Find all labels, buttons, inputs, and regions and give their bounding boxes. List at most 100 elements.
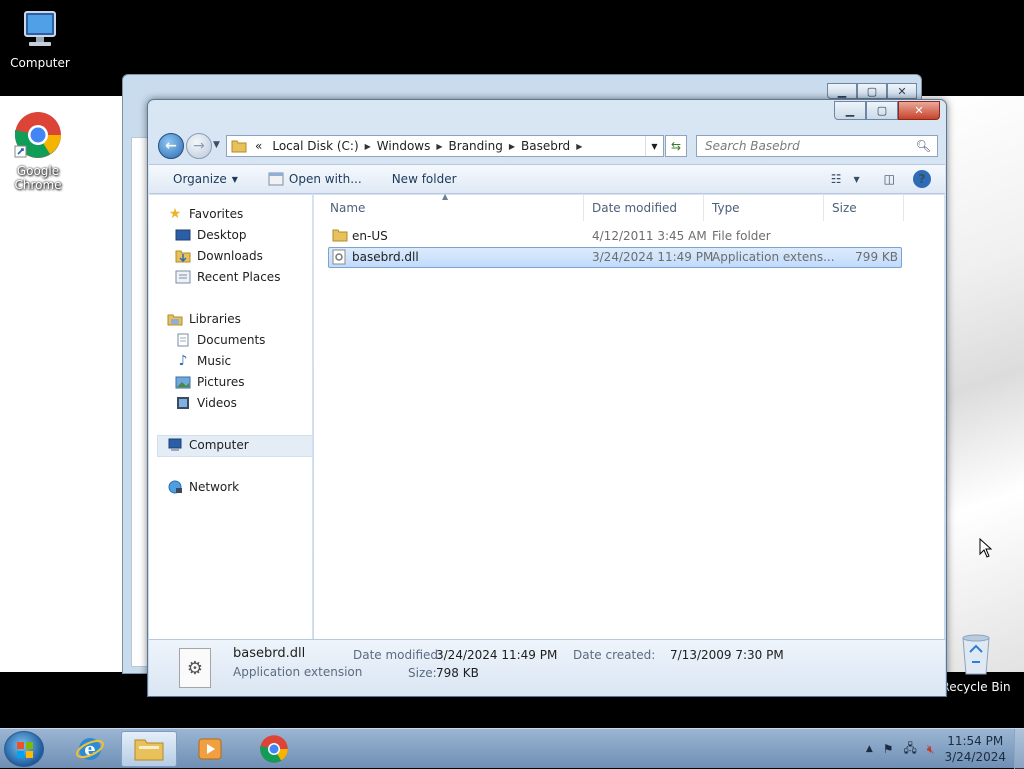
new-folder-label: New folder	[391, 172, 457, 186]
clock-date: 3/24/2024	[944, 750, 1006, 764]
breadcrumb-basebrd[interactable]: Basebrd	[521, 139, 570, 153]
column-header-label: Date modified	[592, 201, 678, 215]
nav-item-computer[interactable]: Computer	[167, 438, 249, 452]
forward-button[interactable]: →	[186, 133, 212, 159]
dll-file-icon	[332, 249, 346, 268]
taskbar-internet-explorer[interactable]: e	[62, 731, 118, 767]
desktop-icon-recycle-bin[interactable]: Recycle Bin	[936, 632, 1016, 694]
desktop-icon-label: Computer	[10, 56, 70, 70]
nav-item-label: Network	[189, 480, 240, 494]
volume-muted-icon[interactable]: 🔇︎	[927, 742, 935, 757]
chevron-down-icon[interactable]: ▼	[854, 175, 860, 184]
minimize-button[interactable]: ▁	[834, 101, 866, 120]
network-icon	[167, 480, 183, 494]
taskbar-media-player[interactable]	[182, 731, 238, 767]
nav-item-label: Downloads	[197, 249, 263, 263]
navigation-bar: ← → ▼ « Local Disk (C:) ▶ Windows ▶ Bran…	[156, 132, 938, 160]
table-row[interactable]: en-US 4/12/2011 3:45 AM File folder	[328, 226, 902, 247]
nav-item-network[interactable]: Network	[167, 480, 239, 494]
nav-item-pictures[interactable]: Pictures	[175, 375, 245, 389]
breadcrumb-windows[interactable]: Windows	[377, 139, 431, 153]
details-date-created-label: Date created:	[573, 648, 656, 662]
desktop-icon-label: Google Chrome	[14, 164, 62, 192]
minimize-button[interactable]: ▁	[827, 83, 857, 99]
show-hidden-icons-icon[interactable]: ▲	[866, 744, 873, 754]
view-options-icon[interactable]: ☷	[831, 172, 842, 186]
search-input[interactable]: Search Basebrd	[705, 139, 800, 153]
documents-icon	[175, 333, 191, 347]
maximize-button[interactable]: ▢	[857, 83, 887, 99]
desktop-icon-chrome[interactable]: Google Chrome	[0, 110, 78, 192]
file-name: en-US	[352, 229, 388, 243]
refresh-button[interactable]: ⇆	[665, 135, 687, 157]
close-button[interactable]: ✕	[898, 101, 940, 120]
organize-label: Organize	[173, 172, 227, 186]
chevron-right-icon[interactable]: ▶	[436, 142, 442, 151]
nav-item-libraries[interactable]: Libraries	[167, 312, 241, 326]
nav-item-label: Favorites	[189, 207, 244, 221]
column-header-name[interactable]: ▲ Name	[322, 192, 584, 221]
navigation-pane: ★ Favorites Desktop Downloads Recent Pla…	[149, 195, 313, 639]
recent-places-icon	[175, 270, 191, 284]
breadcrumb-local-disk[interactable]: Local Disk (C:)	[272, 139, 358, 153]
column-header-type[interactable]: Type	[704, 195, 824, 221]
file-name: basebrd.dll	[352, 250, 419, 264]
videos-icon	[175, 396, 191, 410]
desktop-icon-computer[interactable]: Computer	[0, 8, 80, 70]
recycle-bin-icon	[962, 634, 990, 675]
close-button[interactable]: ✕	[887, 83, 917, 99]
back-button[interactable]: ←	[158, 133, 184, 159]
search-box[interactable]: Search Basebrd 🔍︎	[696, 135, 938, 157]
recent-pages-dropdown[interactable]: ▼	[213, 140, 220, 150]
nav-item-label: Music	[197, 354, 232, 368]
folder-icon	[332, 228, 348, 245]
internet-explorer-icon: e	[76, 738, 104, 760]
nav-item-label: Libraries	[189, 312, 241, 326]
address-overflow[interactable]: «	[255, 139, 262, 153]
chevron-right-icon[interactable]: ▶	[365, 142, 371, 151]
table-row[interactable]: basebrd.dll 3/24/2024 11:49 PM Applicati…	[328, 247, 902, 268]
new-folder-button[interactable]: New folder	[392, 172, 457, 186]
file-list[interactable]: ▲ Name Date modified Type Size en-US 4/1…	[314, 192, 944, 639]
start-button[interactable]	[4, 731, 44, 767]
nav-item-downloads[interactable]: Downloads	[175, 249, 263, 263]
downloads-icon	[175, 249, 191, 263]
file-size: 799 KB	[855, 250, 898, 264]
details-size-label: Size:	[408, 666, 437, 680]
taskbar-windows-explorer[interactable]	[121, 731, 177, 767]
address-bar[interactable]: « Local Disk (C:) ▶ Windows ▶ Branding ▶…	[226, 135, 664, 157]
column-header-size[interactable]: Size	[824, 195, 904, 221]
breadcrumb-branding[interactable]: Branding	[449, 139, 503, 153]
taskbar-chrome[interactable]	[246, 731, 302, 767]
show-desktop-button[interactable]	[1014, 729, 1024, 769]
computer-icon	[167, 438, 183, 452]
chevron-right-icon[interactable]: ▶	[509, 142, 515, 151]
action-center-flag-icon[interactable]: ⚑	[883, 742, 894, 756]
search-icon[interactable]: 🔍︎	[916, 139, 931, 153]
network-status-icon[interactable]: 🖧︎	[904, 739, 917, 760]
nav-item-recent-places[interactable]: Recent Places	[175, 270, 280, 284]
media-player-icon	[198, 738, 222, 760]
maximize-button[interactable]: ▢	[866, 101, 898, 120]
help-icon[interactable]: ?	[913, 170, 931, 188]
arrow-right-icon: →	[193, 138, 205, 154]
open-with-button[interactable]: Open with...	[268, 172, 362, 186]
arrow-left-icon: ←	[165, 138, 177, 154]
address-dropdown-button[interactable]: ▼	[645, 136, 663, 156]
nav-item-documents[interactable]: Documents	[175, 333, 265, 347]
column-header-date-modified[interactable]: Date modified	[584, 195, 704, 221]
organize-button[interactable]: Organize ▼	[173, 172, 238, 186]
chevron-right-icon[interactable]: ▶	[576, 142, 582, 151]
nav-item-favorites[interactable]: ★ Favorites	[167, 206, 244, 222]
explorer-window[interactable]: ▁ ▢ ✕ ← → ▼ « Local Disk (C:) ▶ Windows …	[147, 99, 947, 697]
mouse-cursor-icon	[979, 538, 993, 558]
chrome-icon	[14, 112, 61, 158]
open-with-label: Open with...	[288, 172, 362, 186]
nav-item-videos[interactable]: Videos	[175, 396, 237, 410]
clock[interactable]: 11:54 PM 3/24/2024	[944, 733, 1006, 765]
nav-item-desktop[interactable]: Desktop	[175, 228, 247, 242]
libraries-icon	[167, 312, 183, 326]
file-date: 3/24/2024 11:49 PM	[592, 250, 714, 264]
nav-item-music[interactable]: ♪ Music	[175, 353, 232, 369]
preview-pane-icon[interactable]: ◫	[884, 172, 895, 186]
